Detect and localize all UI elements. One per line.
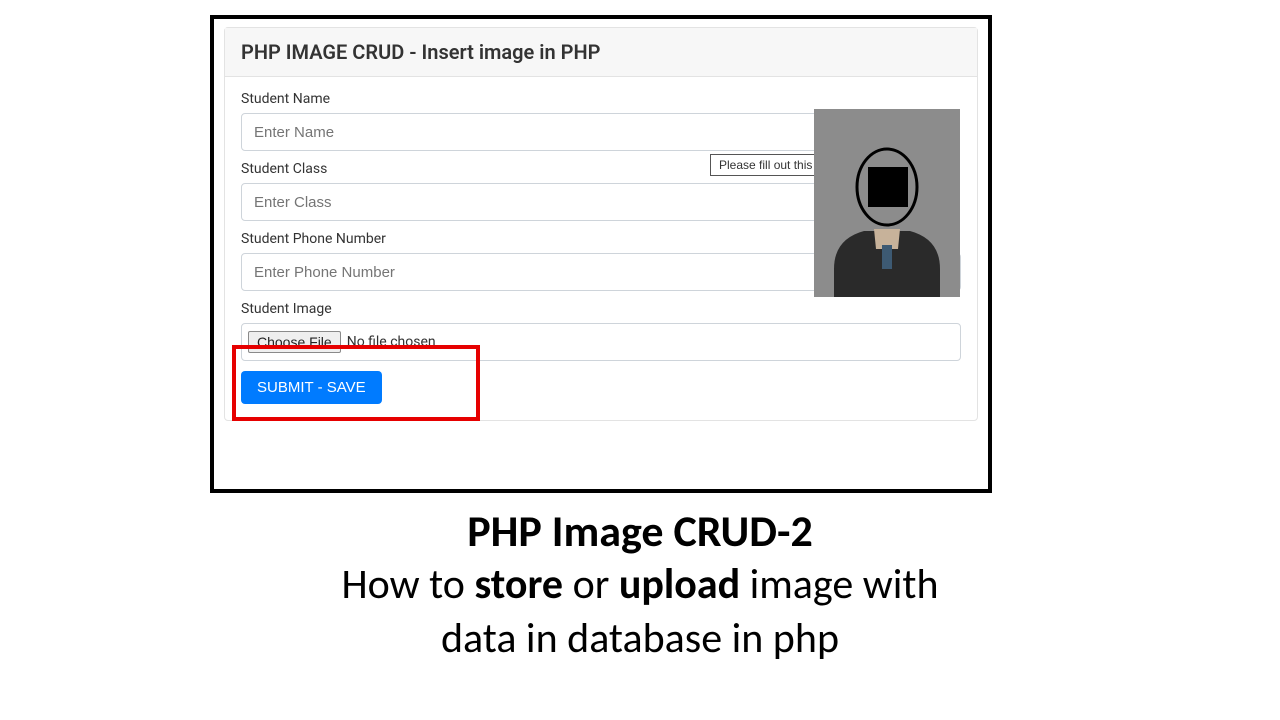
label-student-name: Student Name bbox=[241, 91, 961, 107]
caption-line-1: How to store or upload image with bbox=[0, 559, 1280, 612]
file-input-row[interactable]: Choose File No file chosen bbox=[241, 323, 961, 361]
card-title: PHP IMAGE CRUD - Insert image in PHP bbox=[241, 40, 961, 64]
input-student-class[interactable] bbox=[241, 183, 821, 221]
person-icon bbox=[814, 109, 960, 297]
caption-block: PHP Image CRUD-2 How to store or upload … bbox=[0, 506, 1280, 666]
choose-file-button[interactable]: Choose File bbox=[248, 331, 341, 353]
label-student-image: Student Image bbox=[241, 301, 961, 317]
submit-save-button[interactable]: SUBMIT - SAVE bbox=[241, 371, 382, 404]
file-status-text: No file chosen bbox=[347, 334, 436, 350]
student-photo-preview bbox=[814, 109, 960, 297]
caption-title: PHP Image CRUD-2 bbox=[0, 506, 1280, 557]
caption-line-2: data in database in php bbox=[0, 613, 1280, 666]
card-header: PHP IMAGE CRUD - Insert image in PHP bbox=[225, 28, 977, 77]
screenshot-panel: PHP IMAGE CRUD - Insert image in PHP Stu… bbox=[210, 15, 992, 493]
field-student-image: Student Image Choose File No file chosen bbox=[241, 301, 961, 361]
input-student-name[interactable] bbox=[241, 113, 821, 151]
